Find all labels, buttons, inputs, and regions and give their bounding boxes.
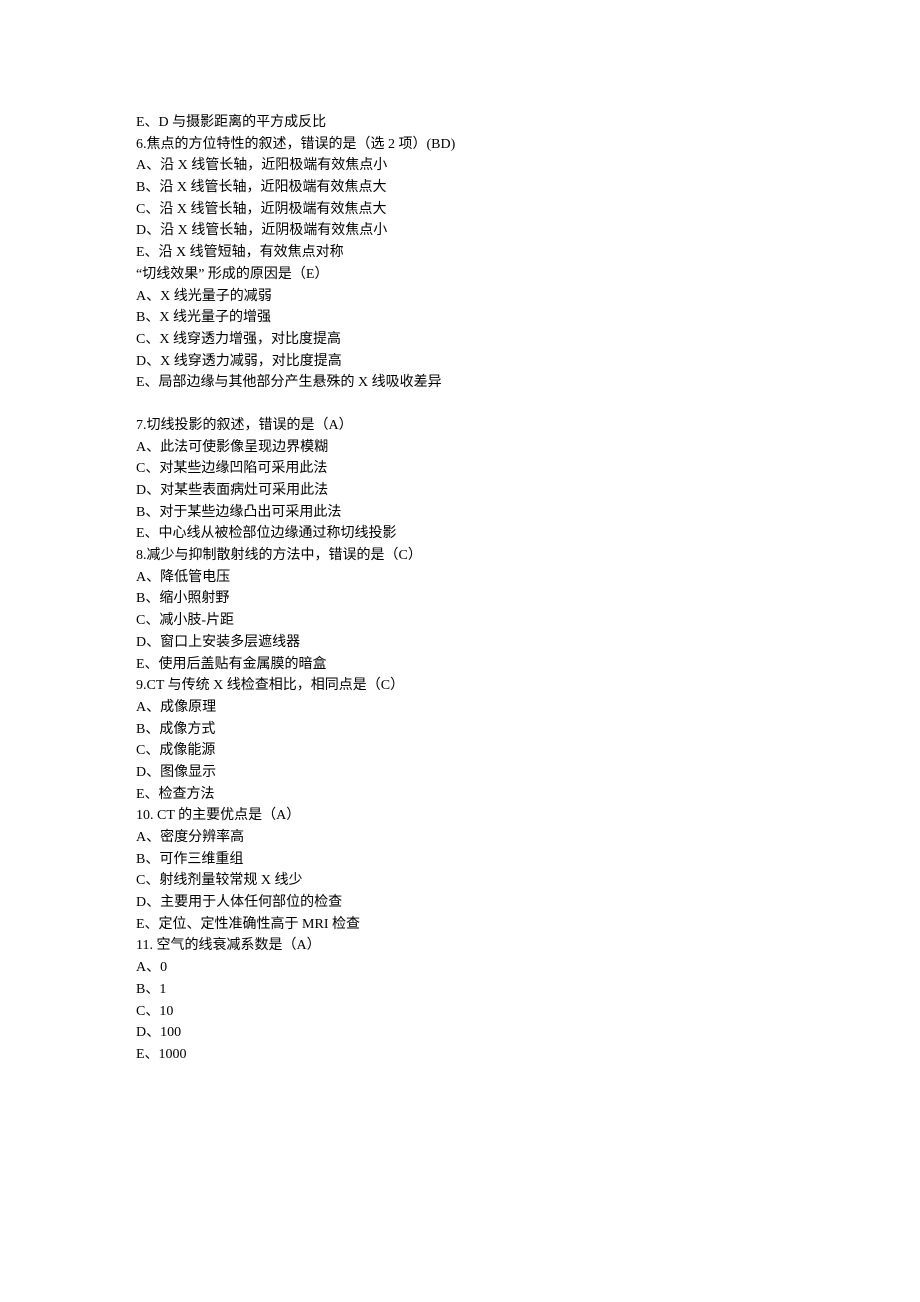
text-line: E、检查方法 [136, 784, 920, 806]
text-line: E、定位、定性准确性高于 MRI 检查 [136, 914, 920, 936]
text-line: A、降低管电压 [136, 567, 920, 589]
text-line: C、射线剂量较常规 X 线少 [136, 870, 920, 892]
blank-line [136, 394, 920, 415]
text-line: E、局部边缘与其他部分产生悬殊的 X 线吸收差异 [136, 372, 920, 394]
text-line: A、沿 X 线管长轴，近阳极端有效焦点小 [136, 155, 920, 177]
text-line: A、X 线光量子的减弱 [136, 286, 920, 308]
text-line: C、成像能源 [136, 740, 920, 762]
text-line: E、中心线从被检部位边缘通过称切线投影 [136, 523, 920, 545]
text-line: B、1 [136, 979, 920, 1001]
text-line: D、X 线穿透力减弱，对比度提高 [136, 351, 920, 373]
text-line: D、窗口上安装多层遮线器 [136, 632, 920, 654]
text-line: D、对某些表面病灶可采用此法 [136, 480, 920, 502]
text-line: D、100 [136, 1022, 920, 1044]
text-line: B、缩小照射野 [136, 588, 920, 610]
text-line: A、成像原理 [136, 697, 920, 719]
text-line: B、X 线光量子的增强 [136, 307, 920, 329]
text-line: D、图像显示 [136, 762, 920, 784]
text-line: B、对于某些边缘凸出可采用此法 [136, 502, 920, 524]
text-line: C、X 线穿透力增强，对比度提高 [136, 329, 920, 351]
text-line: C、对某些边缘凹陷可采用此法 [136, 458, 920, 480]
text-line: E、D 与摄影距离的平方成反比 [136, 112, 920, 134]
text-line: 9.CT 与传统 X 线检查相比，相同点是（C） [136, 675, 920, 697]
text-line: D、沿 X 线管长轴，近阴极端有效焦点小 [136, 220, 920, 242]
text-line: E、使用后盖贴有金属膜的暗盒 [136, 654, 920, 676]
text-line: A、0 [136, 957, 920, 979]
text-line: D、主要用于人体任何部位的检查 [136, 892, 920, 914]
text-line: C、减小肢-片距 [136, 610, 920, 632]
text-line: A、密度分辨率高 [136, 827, 920, 849]
text-line: B、可作三维重组 [136, 849, 920, 871]
text-line: A、此法可使影像呈现边界模糊 [136, 437, 920, 459]
text-line: E、沿 X 线管短轴，有效焦点对称 [136, 242, 920, 264]
text-line: 8.减少与抑制散射线的方法中，错误的是（C） [136, 545, 920, 567]
text-line: E、1000 [136, 1044, 920, 1066]
text-line: 7.切线投影的叙述，错误的是（A） [136, 415, 920, 437]
text-line: 6.焦点的方位特性的叙述，错误的是（选 2 项）(BD) [136, 134, 920, 156]
text-line: C、10 [136, 1001, 920, 1023]
document-page: E、D 与摄影距离的平方成反比 6.焦点的方位特性的叙述，错误的是（选 2 项）… [0, 0, 920, 1302]
text-line: “切线效果” 形成的原因是（E） [136, 264, 920, 286]
text-line: B、沿 X 线管长轴，近阳极端有效焦点大 [136, 177, 920, 199]
text-line: 10. CT 的主要优点是（A） [136, 805, 920, 827]
text-line: 11. 空气的线衰减系数是（A） [136, 935, 920, 957]
text-line: B、成像方式 [136, 719, 920, 741]
text-line: C、沿 X 线管长轴，近阴极端有效焦点大 [136, 199, 920, 221]
